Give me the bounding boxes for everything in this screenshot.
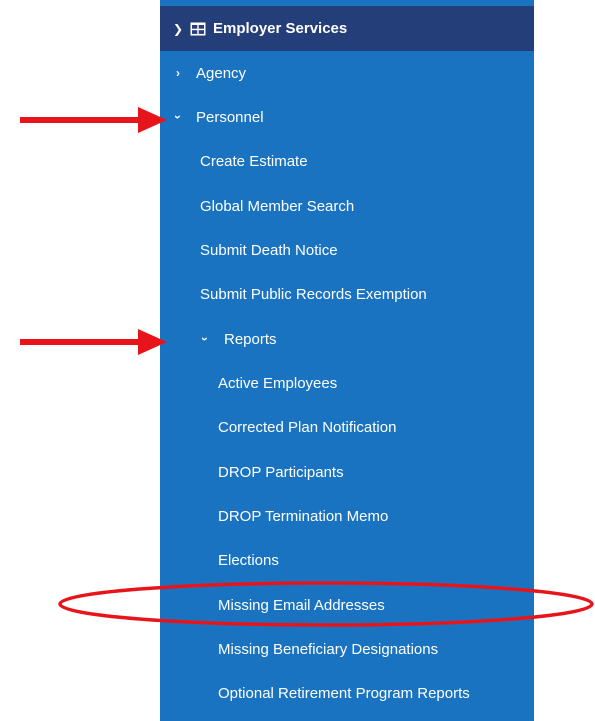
menu-item-drop-termination-memo[interactable]: DROP Termination Memo	[160, 494, 534, 538]
menu-item-missing-beneficiary-designations[interactable]: Missing Beneficiary Designations	[160, 627, 534, 671]
chevron-down-icon: ›	[171, 115, 185, 119]
menu-item-submit-public-records-exemption[interactable]: Submit Public Records Exemption	[160, 272, 534, 316]
menu-item-label: DROP Termination Memo	[218, 507, 389, 525]
menu-item-create-estimate[interactable]: Create Estimate	[160, 139, 534, 183]
menu-item-label: Submit Public Records Exemption	[200, 285, 427, 303]
menu-item-reports[interactable]: › Reports	[160, 317, 534, 361]
menu-item-label: Global Member Search	[200, 197, 355, 215]
menu-item-agency[interactable]: › Agency	[160, 51, 534, 95]
menu-header-label: Employer Services	[213, 20, 348, 37]
menu-item-label: Missing Email Addresses	[218, 596, 385, 614]
menu-item-global-member-search[interactable]: Global Member Search	[160, 184, 534, 228]
chevron-down-icon: ›	[198, 337, 212, 341]
menu-item-active-employees[interactable]: Active Employees	[160, 361, 534, 405]
annotation-arrow-personnel	[20, 107, 167, 133]
table-grid-icon	[190, 22, 206, 36]
menu-item-corrected-plan-notification[interactable]: Corrected Plan Notification	[160, 405, 534, 449]
menu-item-label: DROP Participants	[218, 463, 344, 481]
menu-item-label: Agency	[196, 64, 247, 82]
menu-item-label: Active Employees	[218, 374, 338, 392]
menu-item-label: Submit Death Notice	[200, 241, 338, 259]
menu-item-drop-participants[interactable]: DROP Participants	[160, 450, 534, 494]
menu-item-label: Reports	[224, 330, 277, 348]
menu-item-label: Elections	[218, 551, 279, 569]
chevron-down-icon: ❯	[172, 21, 184, 36]
menu-item-label: Create Estimate	[200, 152, 308, 170]
menu-item-missing-email-addresses[interactable]: Missing Email Addresses	[160, 583, 534, 627]
annotation-arrow-reports	[20, 329, 167, 355]
menu-header-employer-services[interactable]: ❯ Employer Services	[160, 6, 534, 51]
menu-item-submit-death-notice[interactable]: Submit Death Notice	[160, 228, 534, 272]
menu-item-label: Corrected Plan Notification	[218, 418, 397, 436]
menu-item-optional-retirement-program-reports[interactable]: Optional Retirement Program Reports	[160, 671, 534, 715]
menu-item-label: Missing Beneficiary Designations	[218, 640, 439, 658]
chevron-right-icon: ›	[176, 66, 180, 80]
menu-item-personnel[interactable]: › Personnel	[160, 95, 534, 139]
menu-item-label: Personnel	[196, 108, 264, 126]
menu-item-elections[interactable]: Elections	[160, 538, 534, 582]
menu-item-label: Optional Retirement Program Reports	[218, 684, 470, 702]
